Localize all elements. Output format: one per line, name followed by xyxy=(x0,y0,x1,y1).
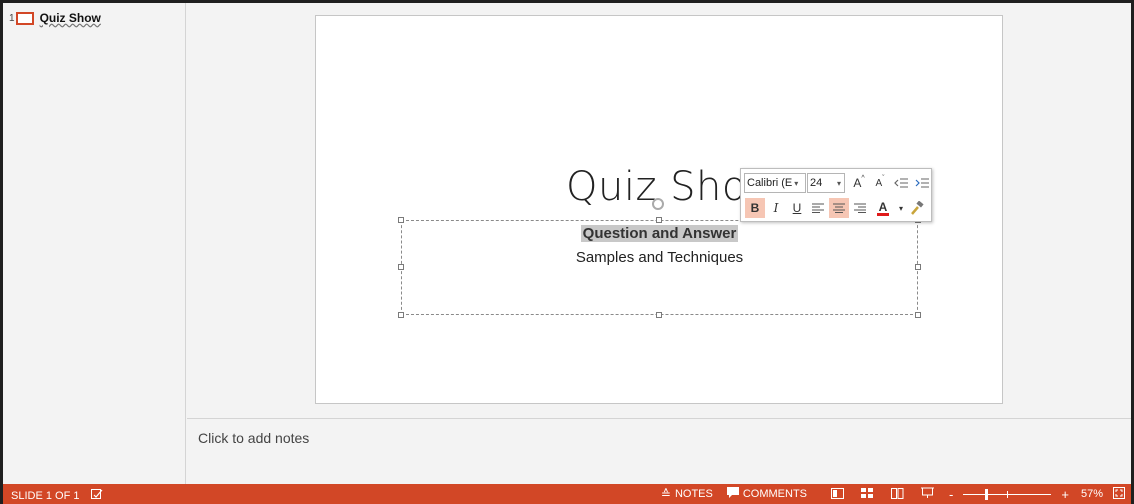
resize-handle-bottom-right[interactable] xyxy=(915,312,921,318)
spell-check-icon[interactable] xyxy=(91,488,103,503)
normal-view-icon[interactable] xyxy=(829,487,845,502)
fit-to-window-icon[interactable] xyxy=(1113,486,1125,502)
comment-icon xyxy=(726,487,739,501)
slideshow-icon[interactable] xyxy=(919,487,935,502)
font-color-button[interactable]: A xyxy=(871,198,895,218)
powerpoint-window: 1 Quiz Show Quiz Show Question and Answe… xyxy=(0,0,1134,504)
slide-thumbnail-title[interactable]: Quiz Show xyxy=(40,11,101,25)
slide-indicator: SLIDE 1 OF 1 xyxy=(11,489,80,502)
status-bar: SLIDE 1 OF 1 ≙ NOTES COMMENTS - + 57% xyxy=(3,484,1131,504)
zoom-center-tick xyxy=(1007,491,1009,498)
slide-canvas[interactable]: Quiz Show Question and Answer Samples an… xyxy=(315,15,1003,404)
subtitle-placeholder[interactable]: Question and Answer Samples and Techniqu… xyxy=(398,217,921,318)
notes-icon: ≙ xyxy=(660,487,671,501)
font-name-value: Calibri (E xyxy=(747,177,793,189)
resize-handle-bottom[interactable] xyxy=(656,312,662,318)
slide-sorter-icon[interactable] xyxy=(859,487,875,502)
slide-thumbnail-pane: 1 Quiz Show xyxy=(3,3,186,484)
zoom-slider[interactable] xyxy=(957,486,1057,502)
slide-icon xyxy=(15,11,34,25)
align-left-icon[interactable] xyxy=(808,198,828,218)
mini-formatting-toolbar: Calibri (E ▾ 24 ▾ A ^ Aˇ B I U A ▾ xyxy=(740,168,932,222)
comments-button[interactable]: COMMENTS xyxy=(726,487,808,501)
slide-editing-area: Quiz Show Question and Answer Samples an… xyxy=(187,3,1131,418)
align-center-icon[interactable] xyxy=(829,198,849,218)
resize-handle-top-left[interactable] xyxy=(398,217,404,223)
comments-label: COMMENTS xyxy=(742,488,808,500)
font-color-icon: A xyxy=(876,199,890,216)
increase-indent-icon[interactable] xyxy=(912,173,932,193)
italic-button[interactable]: I xyxy=(766,198,786,218)
shrink-font-icon[interactable]: Aˇ xyxy=(870,173,890,193)
zoom-in-icon[interactable]: + xyxy=(1061,487,1069,502)
selected-text[interactable]: Question and Answer xyxy=(580,225,739,242)
font-size-box[interactable]: 24 ▾ xyxy=(807,173,845,193)
slide-number: 1 xyxy=(9,12,15,24)
notes-button[interactable]: ≙ NOTES xyxy=(661,487,713,501)
font-name-box[interactable]: Calibri (E ▾ xyxy=(744,173,806,193)
decrease-indent-icon[interactable] xyxy=(891,173,911,193)
format-painter-icon[interactable] xyxy=(907,198,927,218)
slide-thumbnail-1[interactable]: 1 Quiz Show xyxy=(9,11,101,25)
resize-handle-bottom-left[interactable] xyxy=(398,312,404,318)
chevron-down-icon[interactable]: ▾ xyxy=(837,179,841,188)
rotate-handle-icon[interactable] xyxy=(652,198,664,210)
subtitle-line-1[interactable]: Question and Answer xyxy=(402,225,917,242)
reading-view-icon[interactable] xyxy=(889,487,905,502)
notes-label: NOTES xyxy=(674,488,713,500)
chevron-down-icon[interactable]: ▾ xyxy=(896,198,906,218)
grow-font-icon[interactable]: A ^ xyxy=(849,173,869,193)
bold-button[interactable]: B xyxy=(745,198,765,218)
zoom-out-icon[interactable]: - xyxy=(949,487,953,502)
font-size-value: 24 xyxy=(810,177,823,189)
notes-pane[interactable]: Click to add notes xyxy=(187,418,1131,484)
zoom-slider-thumb[interactable] xyxy=(985,489,989,500)
zoom-level[interactable]: 57% xyxy=(1081,488,1103,500)
underline-button[interactable]: U xyxy=(787,198,807,218)
subtitle-line-2[interactable]: Samples and Techniques xyxy=(402,249,917,266)
chevron-down-icon[interactable]: ▾ xyxy=(794,179,798,188)
align-right-icon[interactable] xyxy=(850,198,870,218)
resize-handle-top[interactable] xyxy=(656,217,662,223)
notes-placeholder[interactable]: Click to add notes xyxy=(198,430,309,446)
